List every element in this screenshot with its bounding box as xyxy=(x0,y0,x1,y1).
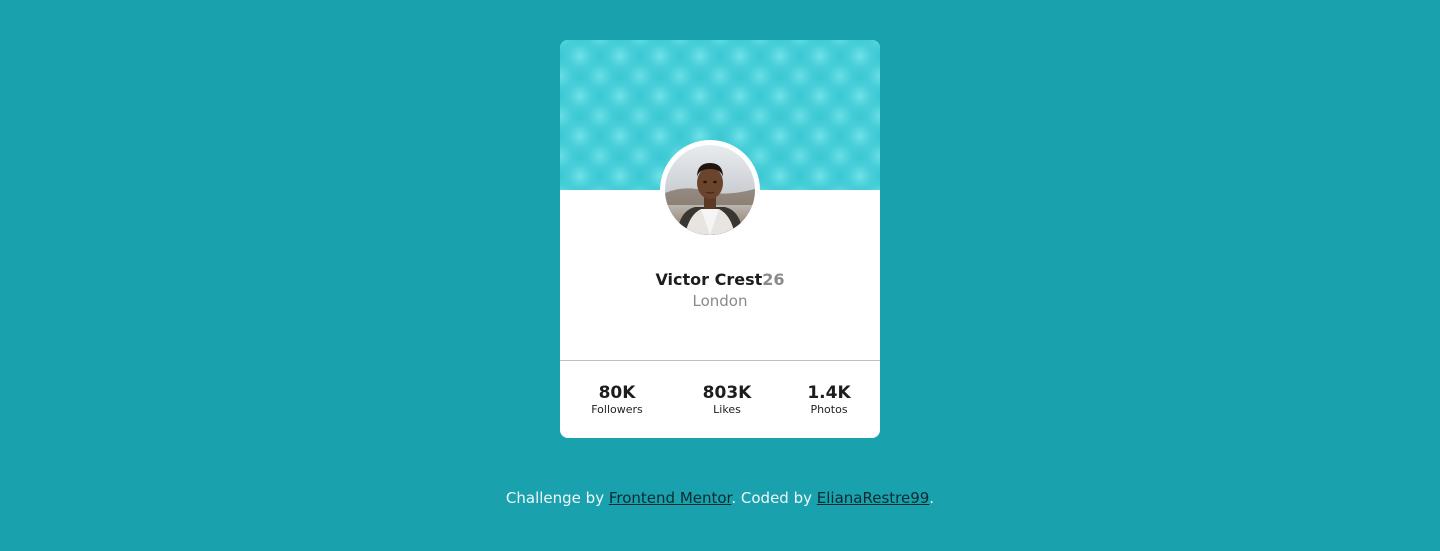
frontend-mentor-link[interactable]: Frontend Mentor xyxy=(609,489,732,507)
profile-city: London xyxy=(692,292,748,310)
stat-likes: 803K Likes xyxy=(677,383,777,417)
profile-name: Victor Crest xyxy=(655,270,763,289)
stat-label: Photos xyxy=(810,403,848,416)
author-link[interactable]: ElianaRestre99 xyxy=(817,489,930,507)
divider xyxy=(560,360,880,361)
attribution-suffix: . xyxy=(929,489,935,507)
profile-photo-icon xyxy=(665,145,755,235)
avatar xyxy=(660,140,760,240)
stat-value: 80K xyxy=(598,383,636,403)
attribution-prefix: Challenge by xyxy=(505,489,609,507)
attribution-middle: . Coded by xyxy=(731,489,817,507)
profile-name-line: Victor Crest26 xyxy=(560,270,880,290)
stat-followers: 80K Followers xyxy=(567,383,667,417)
attribution: Challenge by Frontend Mentor. Coded by E… xyxy=(0,488,1440,508)
stat-value: 1.4K xyxy=(807,383,851,403)
stat-value: 803K xyxy=(702,383,752,403)
stat-photos: 1.4K Photos xyxy=(779,383,879,417)
profile-age: 26 xyxy=(762,270,785,289)
stat-label: Likes xyxy=(713,403,741,416)
stat-label: Followers xyxy=(591,403,643,416)
profile-card: Victor Crest26 London 80K Followers 803K… xyxy=(560,40,880,438)
